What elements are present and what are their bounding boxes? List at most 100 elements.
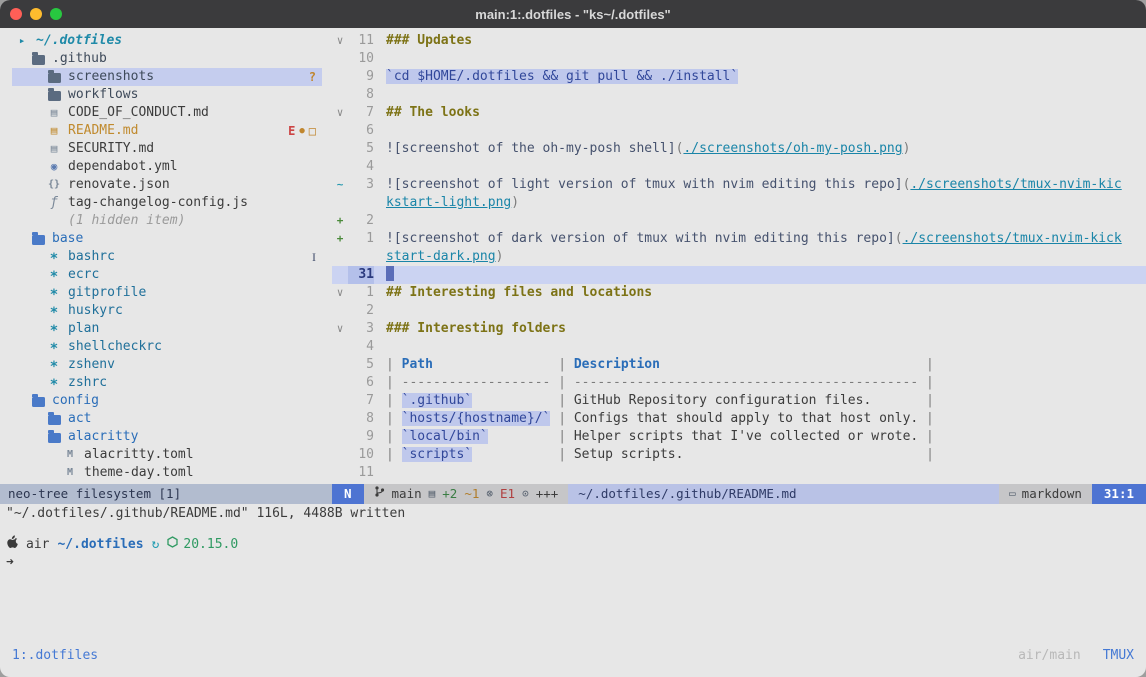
git-segment: main ▤ +2 ~1 ⊗ E1 ⊙ +++ [364, 484, 569, 504]
editor-line[interactable]: ∨7## The looks [332, 104, 1146, 122]
line-number: 31 [348, 266, 374, 284]
editor-line[interactable]: 9| `local/bin` | Helper scripts that I'v… [332, 428, 1146, 446]
tree-item-dependabot.yml[interactable]: ◉dependabot.yml [12, 158, 322, 176]
tree-item-zshenv[interactable]: *zshenv [12, 356, 322, 374]
editor-line[interactable]: 10 [332, 50, 1146, 68]
editor-pane[interactable]: ∨11### Updates109 `cd $HOME/.dotfiles && … [332, 28, 1146, 484]
editor-line[interactable]: 6| ------------------- | ---------------… [332, 374, 1146, 392]
tree-item-~-.dotfiles[interactable]: ▸ ~/.dotfiles [12, 32, 322, 50]
editor-line[interactable]: ∨11### Updates [332, 32, 1146, 50]
traffic-lights [10, 0, 62, 28]
editor-line[interactable]: 7| `.github` | GitHub Repository configu… [332, 392, 1146, 410]
editor-line[interactable]: ∨1## Interesting files and locations [332, 284, 1146, 302]
git-branch-icon [374, 484, 385, 504]
M-icon: M [62, 446, 78, 464]
editor-line[interactable]: 9 `cd $HOME/.dotfiles && git pull && ./in… [332, 68, 1146, 86]
editor-line[interactable]: ~3![screenshot of light version of tmux … [332, 176, 1146, 194]
star-icon: * [46, 268, 62, 286]
gear-icon: ◉ [46, 158, 62, 176]
editor-line[interactable]: kstart-light.png) [332, 194, 1146, 212]
line-text: | `local/bin` | Helper scripts that I've… [386, 428, 1146, 446]
editor-line[interactable]: 2 [332, 302, 1146, 320]
tree-item-security.md[interactable]: ▤SECURITY.md [12, 140, 322, 158]
shell-area[interactable]: air ~/.dotfiles ↻ 20.15.0 ➜ [0, 536, 1146, 572]
status-badge: I [312, 248, 316, 266]
tree-item-base[interactable]: base [12, 230, 322, 248]
editor-line[interactable]: 4 [332, 158, 1146, 176]
editor-line[interactable]: +2 [332, 212, 1146, 230]
tree-item-label: ~/.dotfiles [36, 32, 122, 50]
line-number: 9 [348, 68, 374, 86]
line-number: 1 [348, 284, 374, 302]
tree-item-theme-day.toml[interactable]: Mtheme-day.toml [12, 464, 322, 482]
line-number: 10 [348, 50, 374, 68]
line-number: 8 [348, 410, 374, 428]
input-line[interactable]: ➜ [6, 554, 1146, 572]
line-text: | Path | Description | [386, 356, 1146, 374]
tree-item-shellcheckrc[interactable]: *shellcheckrc [12, 338, 322, 356]
line-text [386, 266, 1146, 284]
tree-item-tag-changelog-config.js[interactable]: ƒtag-changelog-config.js [12, 194, 322, 212]
tree-item-label: SECURITY.md [68, 140, 154, 158]
cursor [386, 266, 394, 281]
tree-item-plan[interactable]: *plan [12, 320, 322, 338]
tree-item-bashrc[interactable]: *bashrcI [12, 248, 322, 266]
line-text: `cd $HOME/.dotfiles && git pull && ./ins… [386, 68, 1146, 86]
editor-current-line[interactable]: 31 [332, 266, 1146, 284]
tree-item-alacritty.toml[interactable]: Malacritty.toml [12, 446, 322, 464]
tree-item-badges: I [312, 248, 316, 266]
mode-indicator: N [332, 484, 364, 504]
close-button[interactable] [10, 8, 22, 20]
tree-item-readme.md[interactable]: ▤README.mdE●□ [12, 122, 322, 140]
line-text: ![screenshot of dark version of tmux wit… [386, 230, 1146, 248]
tree-item-code-of-conduct.md[interactable]: ▤CODE_OF_CONDUCT.md [12, 104, 322, 122]
editor-line[interactable]: 10| `scripts` | Setup scripts. | [332, 446, 1146, 464]
tree-item-screenshots[interactable]: screenshots? [12, 68, 322, 86]
statusline: N main ▤ +2 ~1 ⊗ E1 ⊙ +++ ~/.dotfiles/.g… [332, 484, 1146, 504]
tree-item-gitprofile[interactable]: *gitprofile [12, 284, 322, 302]
minimize-button[interactable] [30, 8, 42, 20]
editor-line[interactable]: 5 | Path | Description | [332, 356, 1146, 374]
tmux-window-item[interactable]: 1:.dotfiles [12, 648, 98, 663]
doc-icon: ▤ [46, 122, 62, 140]
status-badge: ? [309, 68, 316, 86]
arrow-icon: ▸ [14, 32, 30, 50]
editor-line[interactable]: 4 [332, 338, 1146, 356]
fold-marker [332, 392, 348, 410]
tree-item-workflows[interactable]: workflows [12, 86, 322, 104]
editor-line[interactable]: +1![screenshot of dark version of tmux w… [332, 230, 1146, 248]
tree-item-config[interactable]: config [12, 392, 322, 410]
star-icon: * [46, 250, 62, 268]
hostname: air [26, 536, 49, 554]
tree-item-renovate.json[interactable]: {}renovate.json [12, 176, 322, 194]
tree-item-huskyrc[interactable]: *huskyrc [12, 302, 322, 320]
tree-item-act[interactable]: act [12, 410, 322, 428]
editor-line[interactable]: 8 [332, 86, 1146, 104]
editor-line[interactable]: 8| `hosts/{hostname}/` | Configs that sh… [332, 410, 1146, 428]
tree-item-label: zshrc [68, 374, 107, 392]
editor-line[interactable]: ∨3### Interesting folders [332, 320, 1146, 338]
node-hexagon-icon [167, 536, 178, 554]
editor-line[interactable]: 6 [332, 122, 1146, 140]
line-number: 6 [348, 122, 374, 140]
editor-line[interactable]: 11 [332, 464, 1146, 482]
tree-item-label: theme-day.toml [84, 464, 194, 482]
fold-marker [332, 86, 348, 104]
tree-item-.github[interactable]: .github [12, 50, 322, 68]
editor-line[interactable]: 5![screenshot of the oh-my-posh shell](.… [332, 140, 1146, 158]
tree-item-label: alacritty.toml [84, 446, 194, 464]
tree-item-zshrc[interactable]: *zshrc [12, 374, 322, 392]
line-number: 1 [348, 230, 374, 248]
status-badge: ● [299, 122, 304, 140]
line-number: 5 [348, 356, 374, 374]
line-text: ![screenshot of the oh-my-posh shell](./… [386, 140, 1146, 158]
folder-icon [46, 71, 62, 83]
fold-marker [332, 464, 348, 482]
tree-item--1-hidden-item-[interactable]: (1 hidden item) [12, 212, 322, 230]
editor-line[interactable]: start-dark.png) [332, 248, 1146, 266]
buffer-icon: ▤ [429, 484, 436, 504]
modified-flags: +++ [536, 484, 559, 504]
fullscreen-button[interactable] [50, 8, 62, 20]
tree-item-ecrc[interactable]: *ecrc [12, 266, 322, 284]
tree-item-alacritty[interactable]: alacritty [12, 428, 322, 446]
